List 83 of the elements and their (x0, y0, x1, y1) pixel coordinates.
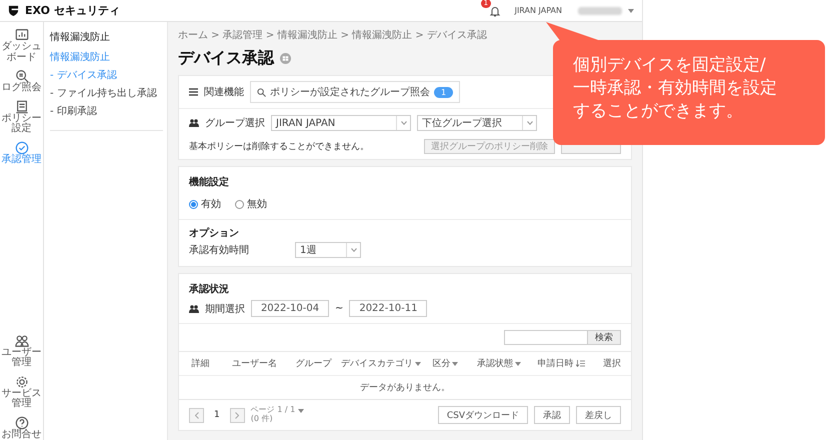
chevron-down-icon (350, 248, 356, 252)
subgroup-select[interactable]: 下位グループ選択 (417, 115, 537, 131)
nav-rail-item[interactable]: ログ照会 (0, 69, 42, 94)
radio-label: 有効 (201, 198, 221, 211)
users-icon (189, 119, 199, 127)
column-header[interactable]: 区分 (421, 352, 470, 376)
bar-chart-icon (14, 28, 28, 42)
menu-icon (189, 88, 198, 96)
section-title: 承認状況 (189, 282, 229, 296)
column-header: 選択 (593, 352, 631, 376)
group-query-link[interactable]: ポリシーが設定されたグループ照会 1 (250, 81, 460, 103)
search-icon (14, 69, 28, 83)
nav-rail-item[interactable]: ダッシュボード (0, 28, 42, 63)
nav-rail-item[interactable]: お問合せ (0, 416, 42, 440)
period-label: 期間選択 (205, 302, 245, 316)
users-icon (189, 304, 199, 312)
column-header[interactable]: 申請日時 (528, 352, 594, 376)
column-header[interactable]: デバイスカテゴリ (340, 352, 422, 376)
search-button[interactable]: 検索 (587, 331, 620, 344)
group-select-label: グループ選択 (205, 116, 265, 130)
empty-message: データがありません。 (179, 376, 631, 400)
dropdown-caret-icon (515, 362, 522, 366)
callout-text: することができます。 (573, 100, 744, 123)
page-info: ページ 1 / 1 (250, 406, 296, 414)
record-count: (0 件) (250, 415, 274, 424)
chevron-right-icon (235, 412, 240, 418)
shield-logo-icon (8, 5, 19, 16)
page-number[interactable]: 1 (214, 410, 220, 420)
radio-button[interactable] (235, 200, 244, 208)
chevron-left-icon (194, 412, 198, 418)
callout-text: 個別デバイスを固定設定/ (573, 54, 767, 77)
nav-rail-item[interactable]: 承認管理 (0, 140, 42, 165)
account-caret-icon (628, 8, 634, 12)
column-header: ユーザー名 (222, 352, 287, 376)
page-title: デバイス承認 (178, 48, 274, 69)
nav-rail-item[interactable]: サービス管理 (0, 374, 42, 410)
sort-icon (576, 360, 585, 367)
field-label: 承認有効時間 (189, 244, 250, 257)
duration-select[interactable]: 1週 (295, 242, 361, 258)
search-field[interactable]: 検索 (504, 330, 621, 345)
sidebar-section-link[interactable]: 情報漏洩防止 (50, 50, 163, 64)
next-page-button[interactable] (230, 408, 245, 422)
column-header: グループ (286, 352, 340, 376)
sidebar-title: 情報漏洩防止 (50, 30, 111, 44)
policy-note: 基本ポリシーは削除することができません。 (189, 140, 369, 153)
users-icon (14, 334, 28, 348)
radio-label: 無効 (247, 198, 267, 211)
count-badge: 1 (434, 86, 454, 98)
page-caret-icon (298, 408, 304, 413)
bell-icon[interactable] (488, 4, 501, 16)
breadcrumb: ホーム > 承認管理 > 情報漏洩防止 > 情報漏洩防止 > デバイス承認 (178, 28, 488, 42)
end-date-field[interactable]: 2022-10-11 (349, 300, 428, 317)
date-separator: ~ (335, 303, 344, 314)
search-icon (257, 88, 266, 96)
check-circle-icon (14, 140, 28, 154)
previous-page-button[interactable] (189, 408, 204, 422)
help-icon (14, 416, 28, 430)
group-select[interactable]: JIRAN JAPAN (271, 115, 411, 131)
document-icon (14, 100, 28, 114)
sidebar-item[interactable]: - 印刷承認 (50, 104, 163, 118)
section-title: オプション (189, 226, 239, 240)
radio-button[interactable] (189, 200, 198, 208)
sidebar-item[interactable]: - ファイル持ち出し承認 (50, 86, 163, 100)
section-title: 機能設定 (189, 175, 229, 189)
action-button[interactable]: 承認 (534, 406, 570, 424)
chevron-down-icon (526, 121, 532, 125)
action-button[interactable]: CSVダウンロード (438, 406, 528, 424)
nav-rail-item[interactable]: ポリシー設定 (0, 100, 42, 134)
related-functions-label: 関連機能 (204, 86, 244, 99)
settings-icon (14, 374, 28, 388)
dropdown-caret-icon (414, 362, 421, 366)
chevron-down-icon (400, 121, 406, 125)
start-date-field[interactable]: 2022-10-04 (251, 300, 329, 317)
windows-icon (280, 53, 291, 64)
app-logo-text: EXO セキュリティ (25, 3, 120, 18)
dropdown-caret-icon (452, 362, 458, 366)
redacted-user-name (578, 6, 622, 14)
callout-text: 一時承認・有効時間を設定 (573, 77, 778, 100)
company-name: JIRAN JAPAN (514, 6, 562, 15)
column-header[interactable]: 承認状態 (470, 352, 529, 376)
action-button[interactable]: 差戻し (576, 406, 621, 424)
nav-rail-item[interactable]: ユーザー管理 (0, 334, 42, 368)
column-header: 詳細 (179, 352, 222, 376)
